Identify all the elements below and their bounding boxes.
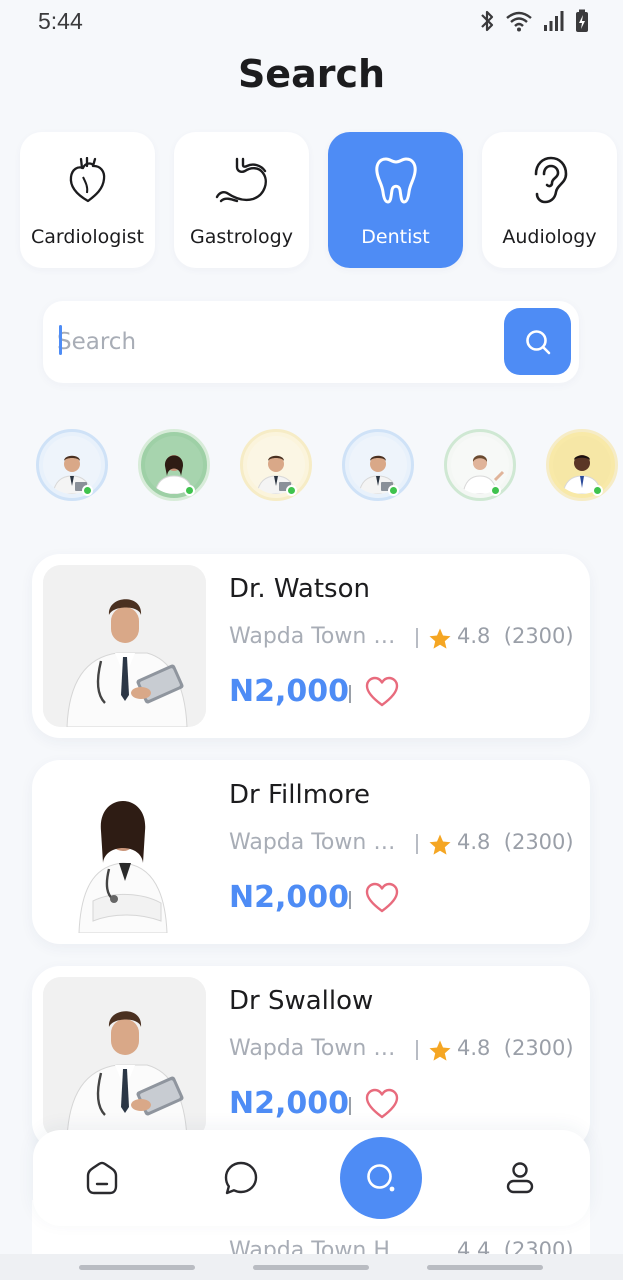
nav-search[interactable]: [340, 1137, 422, 1219]
bottom-nav: [33, 1130, 590, 1226]
gesture-pill[interactable]: [253, 1265, 369, 1270]
gesture-pill[interactable]: [427, 1265, 543, 1270]
search-input[interactable]: [57, 321, 487, 363]
nav-chat[interactable]: [223, 1160, 259, 1196]
divider: [349, 1097, 351, 1115]
battery-charging-icon: [576, 9, 588, 32]
online-indicator: [286, 485, 297, 496]
online-indicator: [388, 485, 399, 496]
chat-icon: [224, 1161, 258, 1195]
page-title: Search: [237, 52, 386, 96]
stomach-icon: [214, 154, 270, 206]
doctor-rating: 4.8 (2300): [457, 624, 574, 648]
category-dentist[interactable]: Dentist: [328, 132, 463, 268]
status-icons: [479, 9, 589, 33]
doctor-rating: 4.8 (2300): [457, 1036, 574, 1060]
tooth-icon: [368, 154, 424, 206]
category-label: Audiology: [502, 226, 597, 248]
gesture-pill[interactable]: [79, 1265, 195, 1270]
doctor-card[interactable]: Dr Fillmore Wapda Town H... 4.8 (2300) N…: [32, 760, 590, 944]
star-icon: [429, 834, 451, 855]
home-icon: [86, 1161, 118, 1195]
review-count: (2300): [503, 624, 574, 648]
doctor-name: Dr. Watson: [229, 574, 370, 604]
doctor-rating: 4.8 (2300): [457, 830, 574, 854]
divider: [416, 834, 418, 854]
category-label: Gastrology: [190, 226, 293, 248]
doctor-card[interactable]: Dr Swallow Wapda Town H... 4.8 (2300) N2…: [32, 966, 590, 1150]
category-gastrology[interactable]: Gastrology: [174, 132, 309, 268]
doctor-location: Wapda Town H...: [229, 1036, 409, 1061]
category-list: Cardiologist Gastrology Dentist Audiolog…: [20, 132, 620, 268]
star-icon: [429, 1040, 451, 1061]
category-label: Cardiologist: [31, 226, 144, 248]
doctor-name: Dr Swallow: [229, 986, 374, 1016]
category-audiology[interactable]: Audiology: [482, 132, 617, 268]
status-bar: 5:44: [0, 0, 623, 46]
doctor-name: Dr Fillmore: [229, 780, 371, 810]
heart-icon[interactable]: [365, 882, 399, 914]
system-navigation: [0, 1254, 623, 1280]
divider: [416, 1040, 418, 1060]
online-indicator: [592, 485, 603, 496]
rating-value: 4.8: [457, 624, 491, 648]
bluetooth-icon: [481, 10, 494, 32]
star-icon: [429, 628, 451, 649]
doctor-card[interactable]: Dr. Watson Wapda Town H... 4.8 (2300) N2…: [32, 554, 590, 738]
doctor-price: N2,000: [229, 1086, 349, 1121]
doctor-location: Wapda Town H...: [229, 624, 409, 649]
doctor-avatar[interactable]: [546, 429, 618, 501]
doctor-photo: [43, 977, 206, 1139]
signal-icon: [544, 11, 564, 31]
doctor-avatar[interactable]: [138, 429, 210, 501]
search-icon: [367, 1164, 395, 1192]
profile-icon: [506, 1162, 534, 1194]
rating-value: 4.8: [457, 830, 491, 854]
nav-profile[interactable]: [502, 1160, 538, 1196]
category-cardiologist[interactable]: Cardiologist: [20, 132, 155, 268]
divider: [349, 685, 351, 703]
online-indicator: [82, 485, 93, 496]
heart-organ-icon: [60, 154, 116, 206]
online-indicator: [490, 485, 501, 496]
doctor-photo: [43, 565, 206, 727]
doctor-avatar[interactable]: [342, 429, 414, 501]
search-bar: [43, 301, 579, 383]
doctor-avatar[interactable]: [36, 429, 108, 501]
heart-icon[interactable]: [365, 676, 399, 708]
category-label: Dentist: [361, 226, 430, 248]
review-count: (2300): [503, 830, 574, 854]
doctor-price: N2,000: [229, 880, 349, 915]
search-icon: [525, 329, 550, 354]
divider: [349, 891, 351, 909]
nav-home[interactable]: [84, 1160, 120, 1196]
ear-icon: [522, 154, 578, 206]
online-indicator: [184, 485, 195, 496]
text-cursor: [59, 325, 62, 355]
doctor-location: Wapda Town H...: [229, 830, 409, 855]
doctor-avatar[interactable]: [444, 429, 516, 501]
online-doctors-list: [36, 429, 623, 505]
doctor-price: N2,000: [229, 674, 349, 709]
review-count: (2300): [503, 1036, 574, 1060]
divider: [416, 628, 418, 648]
doctor-photo: [43, 771, 206, 933]
rating-value: 4.8: [457, 1036, 491, 1060]
doctor-avatar[interactable]: [240, 429, 312, 501]
status-time: 5:44: [38, 8, 83, 34]
heart-icon[interactable]: [365, 1088, 399, 1120]
search-button[interactable]: [504, 308, 571, 375]
wifi-icon: [506, 11, 532, 32]
